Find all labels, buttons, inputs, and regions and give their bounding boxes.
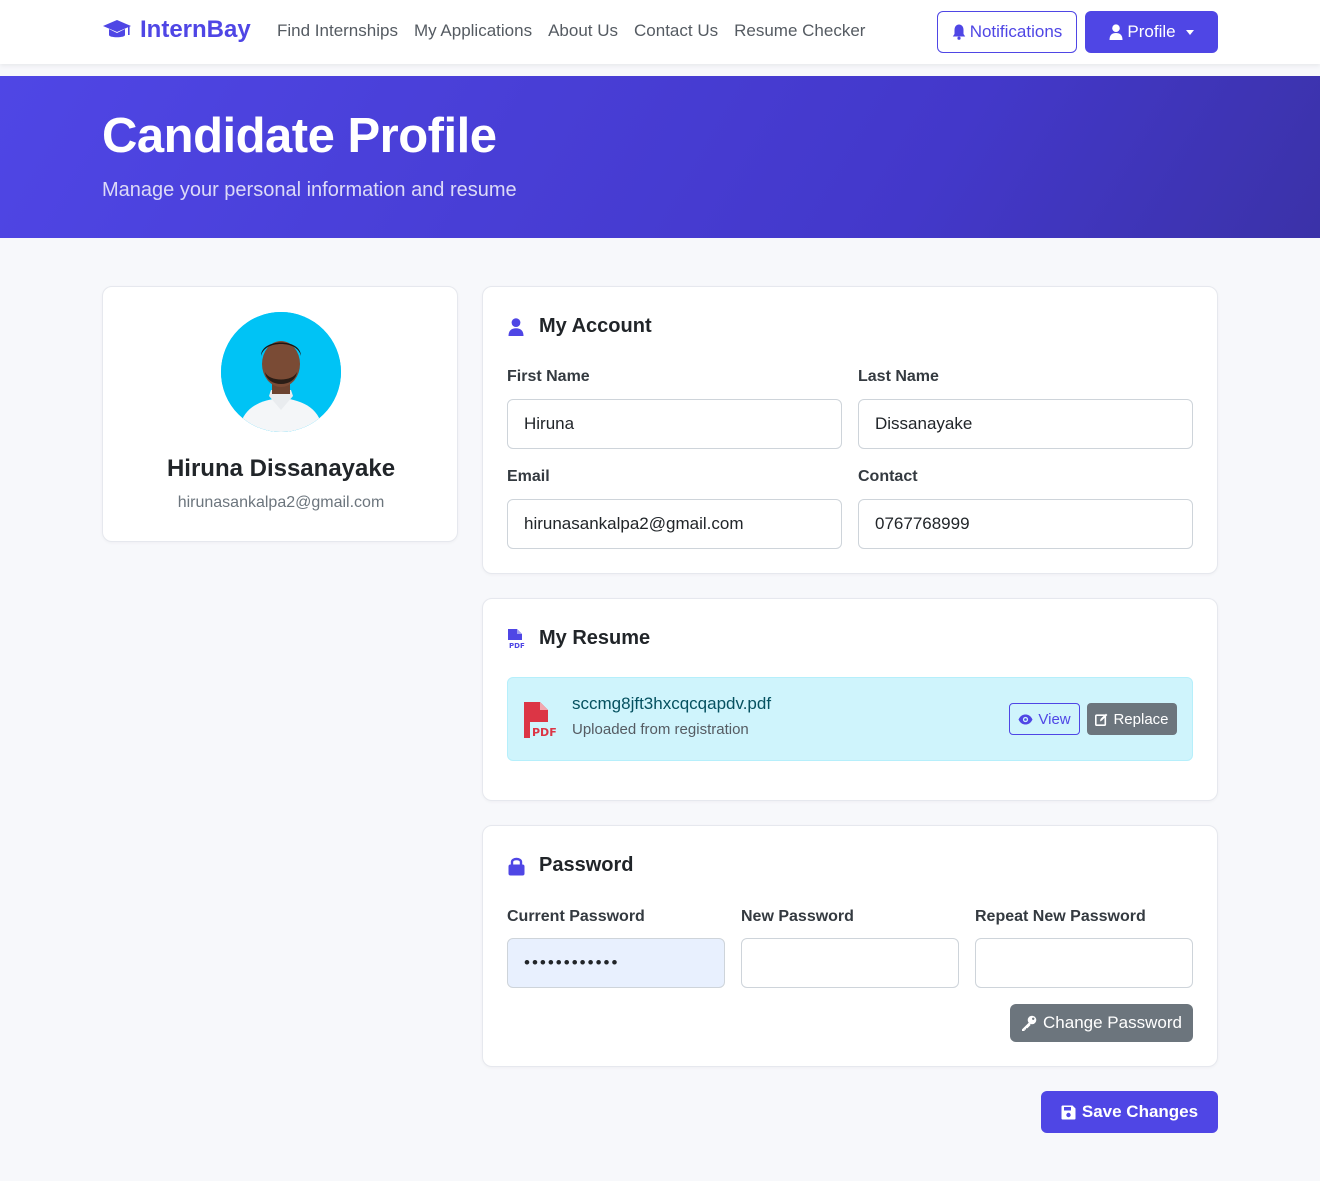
contact-label: Contact — [858, 468, 918, 485]
nav-my-applications[interactable]: My Applications — [414, 21, 532, 41]
brand-name: InternBay — [140, 16, 251, 43]
main-nav: Find Internships My Applications About U… — [277, 21, 865, 41]
last-name-label: Last Name — [858, 368, 939, 385]
repeat-password-input[interactable] — [975, 938, 1193, 988]
notifications-button[interactable]: Notifications — [937, 11, 1077, 53]
nav-about-us[interactable]: About Us — [548, 21, 618, 41]
resume-file-note: Uploaded from registration — [572, 721, 749, 738]
edit-icon — [1095, 713, 1108, 726]
profile-label: Profile — [1127, 22, 1176, 41]
my-resume-card: PDF My Resume PDF sccmg8jft3hxcqcqapdv.p… — [482, 598, 1218, 801]
password-heading: Password — [507, 854, 633, 877]
key-icon — [1022, 1015, 1037, 1031]
my-account-card: My Account First Name Last Name Email Co… — [482, 286, 1218, 574]
profile-dropdown-button[interactable]: Profile — [1085, 11, 1218, 53]
contact-field[interactable] — [858, 499, 1193, 549]
file-pdf-icon: PDF — [507, 628, 525, 649]
current-password-label: Current Password — [507, 908, 645, 925]
change-password-label: Change Password — [1043, 1013, 1182, 1032]
user-icon — [1109, 24, 1123, 40]
resume-file-name[interactable]: sccmg8jft3hxcqcqapdv.pdf — [572, 694, 771, 714]
page-subtitle: Manage your personal information and res… — [102, 179, 517, 201]
floppy-disk-icon — [1061, 1105, 1076, 1119]
user-icon — [507, 317, 525, 337]
replace-label: Replace — [1113, 710, 1169, 728]
password-title: Password — [539, 854, 634, 876]
my-resume-title: My Resume — [539, 627, 651, 649]
page-title: Candidate Profile — [102, 109, 497, 163]
replace-resume-button[interactable]: Replace — [1087, 703, 1177, 735]
bell-icon — [952, 24, 965, 40]
notifications-label: Notifications — [969, 22, 1063, 41]
nav-find-internships[interactable]: Find Internships — [277, 21, 398, 41]
first-name-input[interactable] — [507, 399, 842, 449]
resume-file-box: PDF sccmg8jft3hxcqcqapdv.pdf Uploaded fr… — [507, 677, 1193, 761]
svg-text:PDF: PDF — [532, 726, 556, 738]
my-account-heading: My Account — [507, 315, 652, 338]
profile-summary-card: Hiruna Dissanayake hirunasankalpa2@gmail… — [102, 286, 458, 542]
save-changes-label: Save Changes — [1081, 1102, 1199, 1121]
first-name-label: First Name — [507, 368, 590, 385]
repeat-password-label: Repeat New Password — [975, 908, 1146, 925]
profile-name: Hiruna Dissanayake — [166, 455, 396, 482]
view-resume-button[interactable]: View — [1009, 703, 1080, 735]
page-hero: Candidate Profile Manage your personal i… — [0, 76, 1320, 238]
graduation-cap-icon — [103, 20, 131, 38]
change-password-button[interactable]: Change Password — [1010, 1004, 1193, 1042]
avatar — [221, 312, 341, 432]
password-card: Password Current Password New Password R… — [482, 825, 1218, 1067]
my-resume-heading: PDF My Resume — [507, 627, 650, 650]
pdf-file-icon: PDF — [524, 702, 556, 738]
save-changes-button[interactable]: Save Changes — [1041, 1091, 1218, 1133]
view-label: View — [1038, 710, 1071, 728]
last-name-input[interactable] — [858, 399, 1193, 449]
nav-contact-us[interactable]: Contact Us — [634, 21, 718, 41]
caret-down-icon — [1185, 29, 1194, 35]
top-navbar: InternBay Find Internships My Applicatio… — [0, 0, 1320, 64]
email-field[interactable] — [507, 499, 842, 549]
new-password-label: New Password — [741, 908, 854, 925]
person-photo — [221, 312, 341, 432]
my-account-title: My Account — [539, 315, 652, 337]
lock-icon — [507, 856, 525, 876]
current-password-input[interactable] — [507, 938, 725, 988]
svg-text:PDF: PDF — [509, 642, 525, 649]
profile-email: hirunasankalpa2@gmail.com — [177, 494, 385, 511]
brand-logo-link[interactable]: InternBay — [102, 16, 251, 44]
new-password-input[interactable] — [741, 938, 959, 988]
eye-icon — [1018, 714, 1033, 724]
email-label: Email — [507, 468, 550, 485]
nav-resume-checker[interactable]: Resume Checker — [734, 21, 865, 41]
